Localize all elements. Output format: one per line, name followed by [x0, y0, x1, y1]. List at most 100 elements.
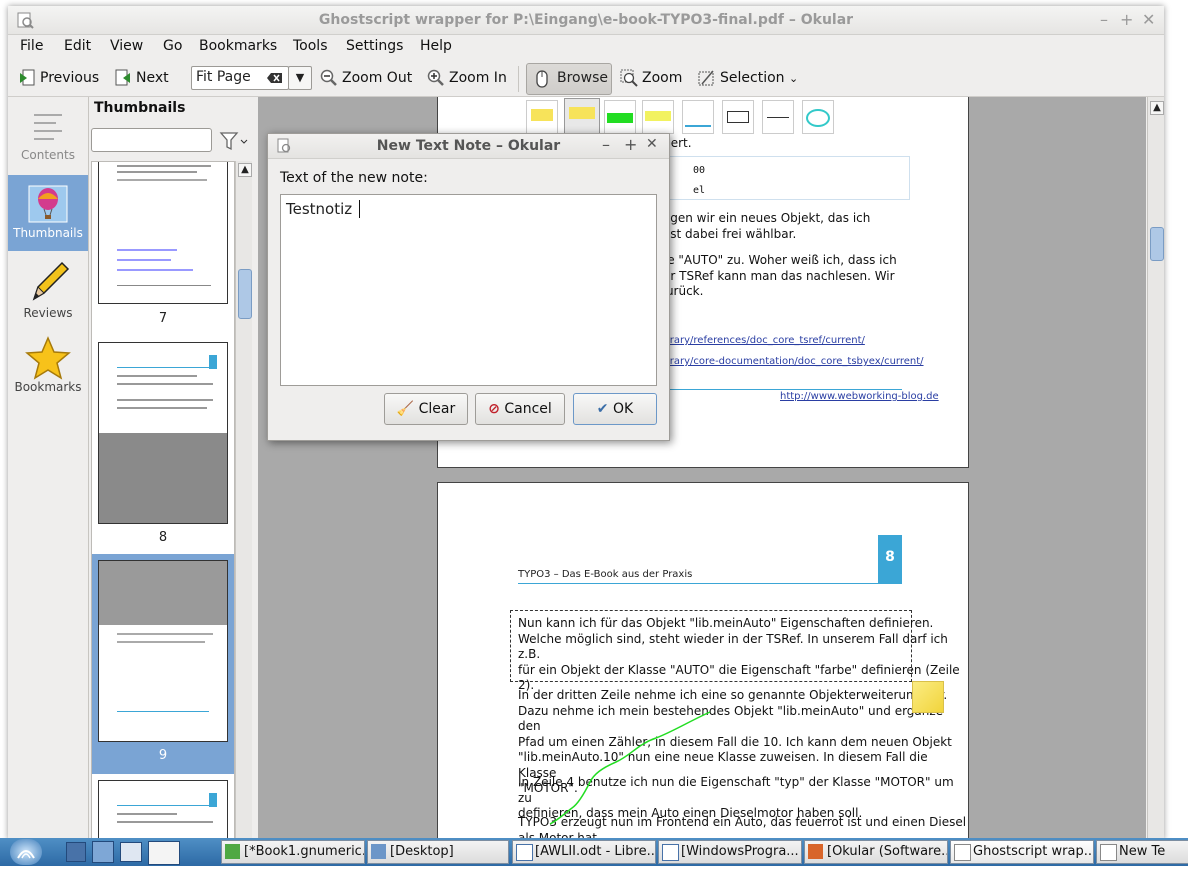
code-line: el: [693, 185, 706, 196]
thumb-text-line: [117, 407, 207, 409]
zoom-mode-value: Fit Page: [196, 69, 251, 85]
freehand-ink-annotation[interactable]: [538, 708, 718, 828]
thumb-page-number-tab: [209, 355, 217, 369]
thumbnail-page-9[interactable]: [98, 560, 228, 742]
scroll-up-icon[interactable]: ▲: [238, 163, 252, 177]
thumb-text-line: [117, 641, 205, 643]
okular-icon: [1100, 844, 1117, 861]
clear-button[interactable]: 🧹 Clear: [384, 393, 468, 425]
thumbnail-scrollbar-handle[interactable]: [238, 269, 252, 319]
minimize-icon[interactable]: –: [1100, 10, 1108, 29]
maximize-icon[interactable]: +: [1120, 10, 1133, 29]
start-menu-button[interactable]: [10, 839, 42, 865]
doc-link[interactable]: nt-library/references/doc_core_tsref/cur…: [644, 335, 865, 346]
file-manager-icon[interactable]: [66, 842, 86, 862]
menu-help[interactable]: Help: [420, 38, 452, 54]
clear-label: Clear: [418, 401, 456, 417]
note-preview: [564, 98, 600, 134]
document-scrollbar[interactable]: ▲: [1147, 97, 1164, 840]
doc-link[interactable]: nt-library/core-documentation/doc_core_t…: [644, 356, 924, 367]
gnumeric-icon: [225, 844, 240, 859]
browse-label: Browse: [557, 70, 608, 86]
task-gnumeric[interactable]: [*Book1.gnumeric...: [221, 840, 365, 864]
zoom-in-label: Zoom In: [449, 70, 507, 86]
window-title: Ghostscript wrapper for P:\Eingang\e-boo…: [318, 12, 854, 28]
network-icon[interactable]: [92, 841, 114, 863]
thumb-link-line: [117, 259, 171, 261]
sticky-note-icon[interactable]: [912, 681, 944, 713]
sidebar-item-bookmarks[interactable]: Bookmarks: [8, 331, 88, 403]
firefox-icon: [808, 844, 823, 859]
task-desktop[interactable]: [Desktop]: [367, 840, 509, 864]
contents-icon: [34, 114, 62, 140]
menu-bookmarks[interactable]: Bookmarks: [199, 38, 277, 54]
menu-view[interactable]: View: [110, 38, 143, 54]
page-header: TYPO3 – Das E-Book aus der Praxis: [518, 569, 693, 580]
thumb-text-line: [117, 813, 177, 815]
menu-edit[interactable]: Edit: [64, 38, 91, 54]
task-libreoffice[interactable]: [AWLII.odt - Libre...: [512, 840, 656, 864]
ellipse-preview: [802, 100, 834, 134]
previous-button[interactable]: Previous: [16, 67, 99, 89]
thumbnails-title: Thumbnails: [94, 100, 186, 116]
thumbnail-page-8[interactable]: [98, 342, 228, 524]
sidebar-item-reviews[interactable]: Reviews: [8, 253, 88, 325]
thumb-text-line: [117, 383, 213, 385]
sidebar-item-contents[interactable]: Contents: [8, 103, 88, 175]
menu-settings[interactable]: Settings: [346, 38, 403, 54]
thumbnail-page-10[interactable]: [98, 780, 228, 840]
menu-tools[interactable]: Tools: [293, 38, 328, 54]
green-highlight-preview: [604, 100, 636, 134]
show-desktop-icon[interactable]: [148, 841, 180, 865]
task-new-text-note[interactable]: New Te: [1096, 840, 1188, 864]
thumb-header-rule: [117, 367, 209, 368]
task-windows-programs[interactable]: [WindowsProgra...: [658, 840, 802, 864]
task-ghostscript-okular[interactable]: Ghostscript wrap...: [950, 840, 1094, 864]
zoom-in-button[interactable]: Zoom In: [425, 67, 507, 89]
mouse-icon: [536, 70, 548, 88]
zoom-in-icon: [427, 69, 444, 86]
browse-tool-button[interactable]: Browse: [526, 63, 612, 95]
thumb-text-line: [117, 399, 213, 401]
thumbnail-list[interactable]: 7 8 9: [91, 161, 235, 840]
note-text-area[interactable]: Testnotiz: [280, 194, 657, 386]
close-icon[interactable]: ✕: [646, 136, 658, 152]
ok-button[interactable]: ✔ OK: [573, 393, 657, 425]
box-preview: [722, 100, 754, 134]
thumb-link-line: [117, 249, 177, 251]
menu-go[interactable]: Go: [163, 38, 182, 54]
thumbnail-scrollbar[interactable]: ▲: [235, 161, 252, 840]
next-button[interactable]: Next: [112, 67, 169, 89]
thumb-text-line: [117, 375, 197, 377]
code-box: 00 el: [638, 156, 910, 200]
dialog-title-bar[interactable]: New Text Note – Okular – + ✕: [268, 134, 669, 159]
title-bar[interactable]: Ghostscript wrapper for P:\Eingang\e-boo…: [8, 6, 1164, 35]
footer-link[interactable]: http://www.webworking-blog.de: [780, 391, 939, 402]
minimize-icon[interactable]: –: [602, 135, 610, 154]
clear-field-icon[interactable]: [267, 72, 283, 84]
zoom-mode-combobox[interactable]: Fit Page: [191, 66, 289, 90]
zoom-out-label: Zoom Out: [342, 70, 413, 86]
zoom-tool-button[interactable]: Zoom: [618, 67, 682, 89]
thumbnails-panel: Thumbnails 7 8 9 ▲: [89, 97, 257, 840]
selection-icon: [698, 70, 714, 86]
document-page-8[interactable]: 8 TYPO3 – Das E-Book aus der Praxis Nun …: [437, 482, 969, 840]
cancel-button[interactable]: ⊘ Cancel: [475, 393, 565, 425]
thumbnail-page-7[interactable]: [98, 162, 228, 304]
close-icon[interactable]: ✕: [1142, 10, 1155, 29]
side-navigation-panel: Contents Thumbnails Reviews Bookmarks: [8, 97, 89, 840]
scroll-up-icon[interactable]: ▲: [1150, 101, 1164, 115]
document-scrollbar-handle[interactable]: [1150, 227, 1164, 261]
sidebar-item-label: Contents: [21, 148, 75, 162]
thumbnail-filter-input[interactable]: [91, 128, 212, 152]
zoom-out-button[interactable]: Zoom Out: [318, 67, 412, 89]
thumb-header-rule: [117, 805, 209, 806]
filter-icon[interactable]: [219, 130, 249, 152]
menu-file[interactable]: File: [20, 38, 43, 54]
task-okular-software[interactable]: [Okular (Software...: [804, 840, 948, 864]
maximize-icon[interactable]: +: [624, 135, 637, 154]
zoom-mode-dropdown-button[interactable]: ▼: [288, 66, 312, 90]
selection-tool-button[interactable]: Selection ⌄: [696, 67, 798, 89]
window-switcher-icon[interactable]: [120, 842, 142, 862]
sidebar-item-thumbnails[interactable]: Thumbnails: [8, 175, 88, 251]
